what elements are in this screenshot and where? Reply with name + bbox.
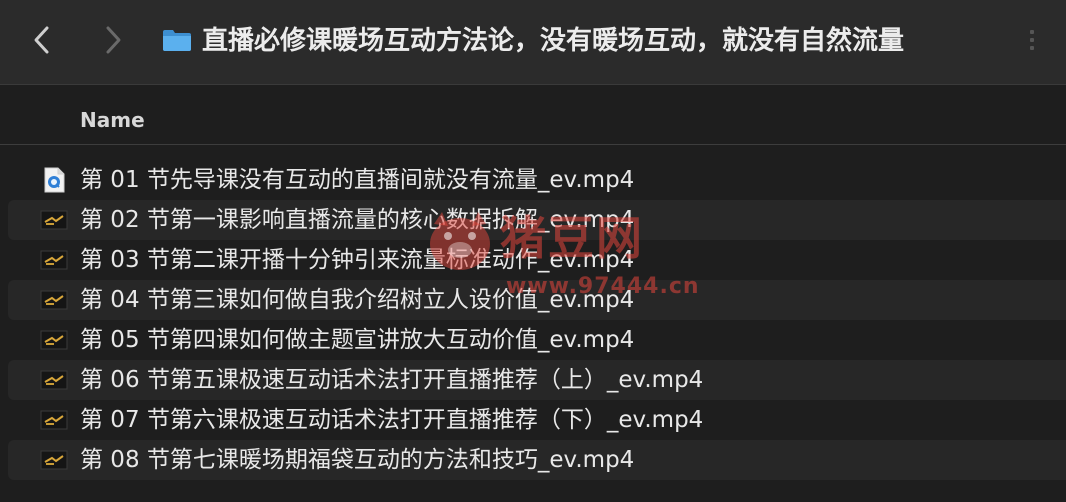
video-thumbnail-icon (40, 330, 68, 350)
file-row[interactable]: 第 03 节第二课开播十分钟引来流量标准动作_ev.mp4 (8, 240, 1066, 280)
column-header: Name (0, 96, 1066, 145)
file-row[interactable]: 第 04 节第三课如何做自我介绍树立人设价值_ev.mp4 (8, 280, 1066, 320)
file-name: 第 08 节第七课暖场期福袋互动的方法和技巧_ev.mp4 (80, 447, 635, 473)
file-row[interactable]: 第 08 节第七课暖场期福袋互动的方法和技巧_ev.mp4 (8, 440, 1066, 480)
file-row[interactable]: 第 02 节第一课影响直播流量的核心数据拆解_ev.mp4 (8, 200, 1066, 240)
video-thumbnail-icon (40, 410, 68, 430)
column-name-header[interactable]: Name (80, 108, 145, 132)
file-name: 第 03 节第二课开播十分钟引来流量标准动作_ev.mp4 (80, 247, 635, 273)
file-list: 第 01 节先导课没有互动的直播间就没有流量_ev.mp4 第 02 节第一课影… (0, 160, 1066, 480)
video-thumbnail-icon (40, 290, 68, 310)
video-thumbnail-icon (40, 370, 68, 390)
file-row[interactable]: 第 06 节第五课极速互动话术法打开直播推荐（上）_ev.mp4 (8, 360, 1066, 400)
chevron-right-icon (106, 26, 121, 54)
video-thumbnail-icon (40, 450, 68, 470)
file-name: 第 06 节第五课极速互动话术法打开直播推荐（上）_ev.mp4 (80, 367, 704, 393)
file-name: 第 02 节第一课影响直播流量的核心数据拆解_ev.mp4 (80, 207, 635, 233)
file-row[interactable]: 第 05 节第四课如何做主题宣讲放大互动价值_ev.mp4 (8, 320, 1066, 360)
finder-window: 直播必修课暖场互动方法论，没有暖场互动，就没有自然流量 Name 第 01 节先… (0, 0, 1066, 502)
video-thumbnail-icon (40, 250, 68, 270)
toolbar: 直播必修课暖场互动方法论，没有暖场互动，就没有自然流量 (0, 0, 1066, 85)
forward-button[interactable] (93, 20, 133, 60)
quicktime-file-icon (44, 167, 65, 193)
toolbar-overflow-icon[interactable] (1026, 26, 1038, 58)
file-name: 第 05 节第四课如何做主题宣讲放大互动价值_ev.mp4 (80, 327, 635, 353)
file-name: 第 07 节第六课极速互动话术法打开直播推荐（下）_ev.mp4 (80, 407, 704, 433)
file-name: 第 04 节第三课如何做自我介绍树立人设价值_ev.mp4 (80, 287, 635, 313)
back-button[interactable] (22, 20, 62, 60)
file-row[interactable]: 第 07 节第六课极速互动话术法打开直播推荐（下）_ev.mp4 (8, 400, 1066, 440)
video-thumbnail-icon (40, 210, 68, 230)
window-title: 直播必修课暖场互动方法论，没有暖场互动，就没有自然流量 (202, 26, 905, 56)
chevron-left-icon (34, 26, 49, 54)
file-row[interactable]: 第 01 节先导课没有互动的直播间就没有流量_ev.mp4 (8, 160, 1066, 200)
file-name: 第 01 节先导课没有互动的直播间就没有流量_ev.mp4 (80, 167, 635, 193)
folder-icon (163, 30, 191, 51)
